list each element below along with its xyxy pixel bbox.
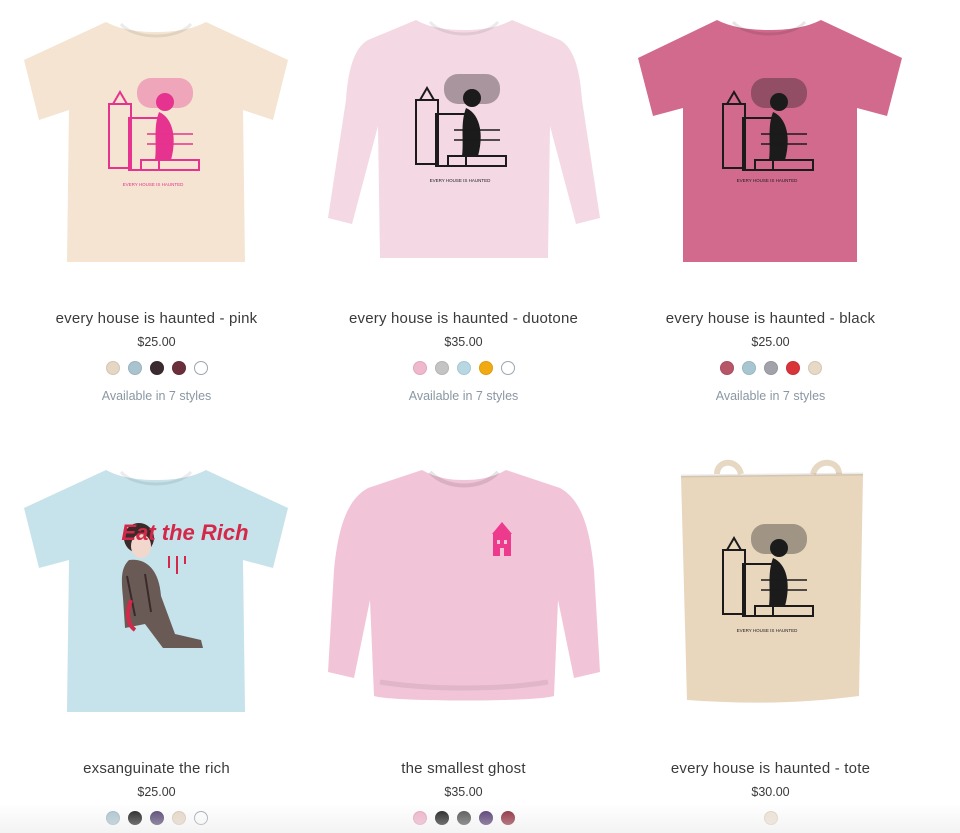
print-caption: EVERY HOUSE IS HAUNTED xyxy=(430,178,492,183)
product-title[interactable]: every house is haunted - tote xyxy=(617,760,924,777)
color-swatch[interactable] xyxy=(478,811,493,825)
print-caption: EVERY HOUSE IS HAUNTED xyxy=(123,182,185,187)
color-swatch[interactable] xyxy=(171,361,186,375)
color-swatch[interactable] xyxy=(127,361,142,375)
color-swatch[interactable] xyxy=(478,361,493,375)
color-swatch[interactable] xyxy=(127,811,142,825)
color-swatch[interactable] xyxy=(807,361,822,375)
garment-body xyxy=(328,470,600,701)
color-swatch[interactable] xyxy=(763,811,778,825)
product-image[interactable]: EVERY HOUSE IS HAUNTED xyxy=(310,0,617,290)
product-price: $25.00 xyxy=(137,335,176,349)
color-swatches xyxy=(617,811,924,825)
product-image[interactable]: EVERY HOUSE IS HAUNTED xyxy=(617,0,924,290)
styles-available: Available in 7 styles xyxy=(715,389,826,403)
product-image[interactable]: EVERY HOUSE IS HAUNTED xyxy=(617,450,924,740)
color-swatches xyxy=(3,811,310,825)
print-caption: Eat the Rich xyxy=(121,520,248,545)
color-swatch[interactable] xyxy=(149,361,164,375)
color-swatch[interactable] xyxy=(456,361,471,375)
print-caption: EVERY HOUSE IS HAUNTED xyxy=(737,178,799,183)
color-swatch[interactable] xyxy=(741,361,756,375)
product-title[interactable]: every house is haunted - pink xyxy=(3,310,310,327)
print-caption: EVERY HOUSE IS HAUNTED xyxy=(737,628,799,633)
product-image[interactable]: EVERY HOUSE IS HAUNTED xyxy=(3,0,310,290)
product-title[interactable]: exsanguinate the rich xyxy=(3,760,310,777)
color-swatches xyxy=(617,361,924,375)
styles-available: Available in 7 styles xyxy=(408,389,519,403)
color-swatches xyxy=(310,811,617,825)
color-swatches xyxy=(310,361,617,375)
color-swatch[interactable] xyxy=(105,811,120,825)
color-swatch[interactable] xyxy=(763,361,778,375)
color-swatch[interactable] xyxy=(193,361,208,375)
product-title[interactable]: every house is haunted - duotone xyxy=(310,310,617,327)
product-price: $35.00 xyxy=(444,335,483,349)
color-swatch[interactable] xyxy=(105,361,120,375)
color-swatches xyxy=(3,361,310,375)
product-image[interactable]: Eat the Rich xyxy=(3,450,310,740)
color-swatch[interactable] xyxy=(149,811,164,825)
product-title[interactable]: the smallest ghost xyxy=(310,760,617,777)
color-swatch[interactable] xyxy=(456,811,471,825)
color-swatch[interactable] xyxy=(412,361,427,375)
product-price: $30.00 xyxy=(751,785,790,799)
color-swatch[interactable] xyxy=(171,811,186,825)
product-title[interactable]: every house is haunted - black xyxy=(617,310,924,327)
styles-available: Available in 7 styles xyxy=(101,389,212,403)
product-grid: EVERY HOUSE IS HAUNTED every house is ha… xyxy=(0,0,960,833)
color-swatch[interactable] xyxy=(412,811,427,825)
color-swatch[interactable] xyxy=(719,361,734,375)
color-swatch[interactable] xyxy=(785,361,800,375)
product-price: $35.00 xyxy=(444,785,483,799)
product-price: $25.00 xyxy=(137,785,176,799)
color-swatch[interactable] xyxy=(500,361,515,375)
color-swatch[interactable] xyxy=(434,811,449,825)
color-swatch[interactable] xyxy=(500,811,515,825)
color-swatch[interactable] xyxy=(193,811,208,825)
color-swatch[interactable] xyxy=(434,361,449,375)
product-image[interactable] xyxy=(310,450,617,740)
product-price: $25.00 xyxy=(751,335,790,349)
